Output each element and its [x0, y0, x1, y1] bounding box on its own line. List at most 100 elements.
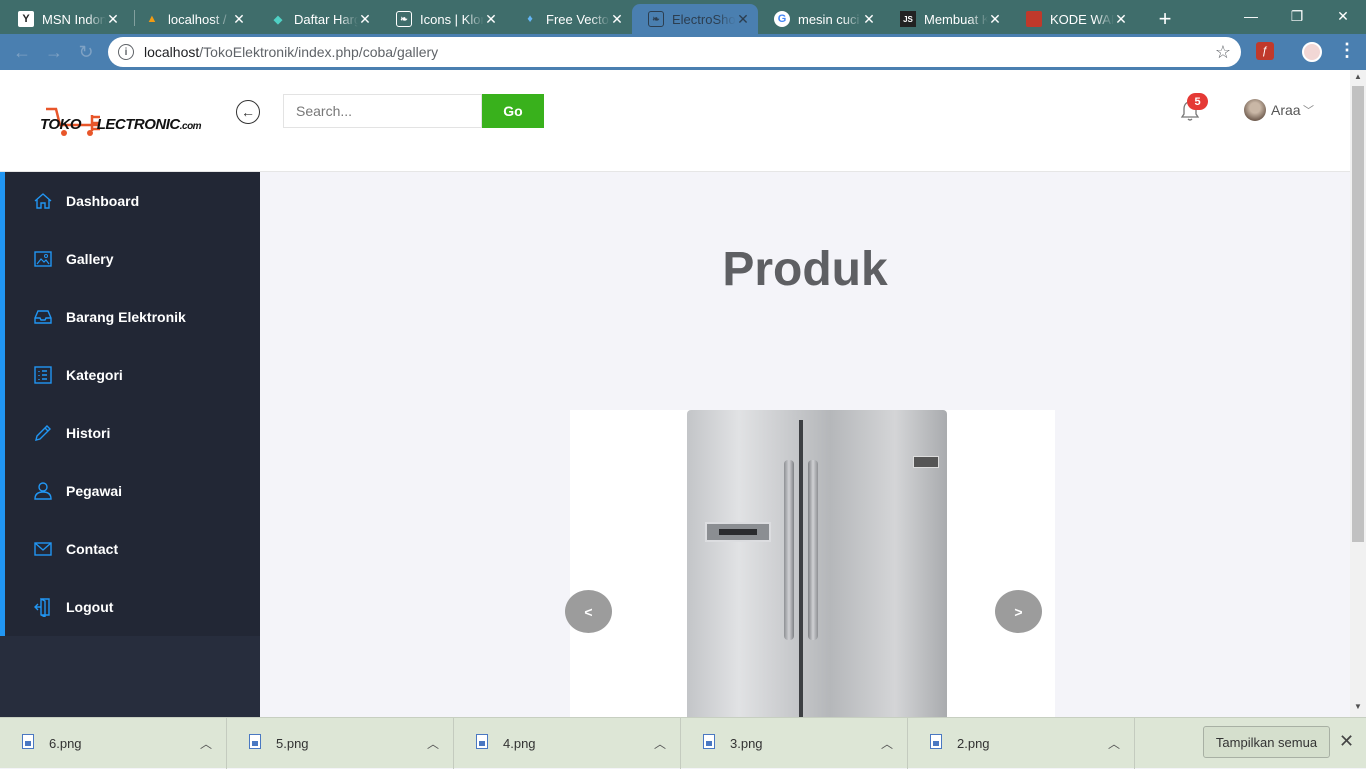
- close-tab-icon[interactable]: ✕: [484, 11, 498, 28]
- download-item[interactable]: 6.png ︿: [0, 718, 227, 769]
- download-filename: 4.png: [503, 736, 536, 751]
- sidebar-item-label: Histori: [66, 425, 111, 441]
- sidebar-item-contact[interactable]: Contact: [5, 520, 260, 578]
- chevron-up-icon[interactable]: ︿: [867, 735, 907, 752]
- new-tab-button[interactable]: +: [1155, 6, 1175, 32]
- carousel-next-button[interactable]: >: [995, 590, 1042, 633]
- chevron-up-icon[interactable]: ︿: [413, 735, 453, 752]
- download-item[interactable]: 2.png ︿: [908, 718, 1135, 769]
- download-item[interactable]: 4.png ︿: [454, 718, 681, 769]
- sidebar-item-label: Barang Elektronik: [66, 309, 186, 325]
- tab-electroshop[interactable]: ❧ ElectroShop ✕: [632, 4, 758, 34]
- forward-arrow-icon[interactable]: →: [42, 40, 66, 64]
- tab-msn[interactable]: Y MSN Indonesia ✕: [2, 4, 128, 34]
- info-icon[interactable]: i: [118, 44, 134, 60]
- inbox-icon: [34, 310, 52, 324]
- user-avatar[interactable]: [1244, 99, 1266, 121]
- search-input[interactable]: [283, 94, 482, 128]
- chevron-up-icon[interactable]: ︿: [1094, 735, 1134, 752]
- browser-tabstrip: Y MSN Indonesia ✕ ▲ localhost / 127.0.0.…: [0, 0, 1366, 34]
- tab-kode-warna[interactable]: KODE WARNA ✕: [1010, 4, 1136, 34]
- tab-free-vector[interactable]: ♦ Free Vector ✕: [506, 4, 632, 34]
- sidebar-item-gallery[interactable]: Gallery: [5, 230, 260, 288]
- close-tab-icon[interactable]: ✕: [1114, 11, 1128, 28]
- sidebar-item-barang-elektronik[interactable]: Barang Elektronik: [5, 288, 260, 346]
- exit-icon: [34, 597, 50, 617]
- flash-extension-icon[interactable]: ƒ: [1256, 42, 1274, 60]
- logo[interactable]: TOKO LECTRONIC.com: [40, 103, 202, 139]
- sidebar-toggle-arrow-icon[interactable]: ←: [236, 100, 260, 124]
- envelope-icon: [34, 542, 52, 556]
- back-arrow-icon[interactable]: ←: [10, 40, 34, 64]
- chevron-up-icon[interactable]: ︿: [186, 735, 226, 752]
- download-filename: 5.png: [276, 736, 309, 751]
- sidebar-item-label: Dashboard: [66, 193, 140, 209]
- close-tab-icon[interactable]: ✕: [232, 11, 246, 28]
- bookmark-star-icon[interactable]: ☆: [1215, 42, 1231, 63]
- url-path: /TokoElektronik/index.php/coba/gallery: [199, 44, 439, 60]
- tab-membuat-kode[interactable]: JS Membuat Kode ✕: [884, 4, 1010, 34]
- sidebar-item-label: Gallery: [66, 251, 114, 267]
- scroll-down-arrow-icon[interactable]: ▼: [1354, 702, 1362, 711]
- chevron-down-icon[interactable]: ﹀: [1303, 102, 1314, 118]
- restore-button[interactable]: ❐: [1274, 0, 1320, 32]
- sidebar-menu: Dashboard Gallery Barang Elektronik Kate…: [0, 172, 260, 636]
- product-carousel: [570, 410, 1055, 717]
- tab-daftar-harga[interactable]: ◆ Daftar Harga ✕: [254, 4, 380, 34]
- tab-title: KODE WARNA: [1050, 11, 1114, 27]
- close-icon[interactable]: ✕: [1339, 731, 1354, 752]
- sidebar-item-pegawai[interactable]: Pegawai: [5, 462, 260, 520]
- address-bar[interactable]: i localhost/TokoElektronik/index.php/cob…: [108, 37, 1241, 67]
- tab-title: Icons | Klorofil: [420, 11, 484, 27]
- image-file-icon: [249, 734, 261, 749]
- reload-icon[interactable]: ↻: [74, 40, 98, 64]
- tab-title: mesin cuci - Google: [798, 11, 862, 27]
- tab-google-search[interactable]: G mesin cuci - Google ✕: [758, 4, 884, 34]
- go-button[interactable]: Go: [482, 94, 544, 128]
- sidebar-item-histori[interactable]: Histori: [5, 404, 260, 462]
- profile-avatar[interactable]: [1302, 42, 1322, 62]
- minimize-button[interactable]: —: [1228, 0, 1274, 32]
- user-icon: [34, 482, 52, 500]
- close-tab-icon[interactable]: ✕: [610, 11, 624, 28]
- main-content: Produk < >: [260, 172, 1350, 717]
- chevron-up-icon[interactable]: ︿: [640, 735, 680, 752]
- sidebar-item-kategori[interactable]: Kategori: [5, 346, 260, 404]
- page-scrollbar[interactable]: ▲ ▼: [1350, 70, 1366, 717]
- tab-title: localhost / 127.0.0.1: [168, 11, 232, 27]
- browser-toolbar: ← → ↻ i localhost/TokoElektronik/index.p…: [0, 34, 1366, 70]
- close-tab-icon[interactable]: ✕: [736, 11, 750, 28]
- diamond-icon: ◆: [273, 13, 283, 26]
- leaf-icon: ❧: [648, 11, 664, 27]
- code-icon: JS: [900, 11, 916, 27]
- close-tab-icon[interactable]: ✕: [862, 11, 876, 28]
- book-icon: [1026, 11, 1042, 27]
- pencil-icon: [35, 425, 51, 441]
- user-name[interactable]: Araa: [1271, 102, 1301, 118]
- carousel-prev-button[interactable]: <: [565, 590, 612, 633]
- show-all-downloads-button[interactable]: Tampilkan semua: [1203, 726, 1330, 758]
- sidebar-item-logout[interactable]: Logout: [5, 578, 260, 636]
- sidebar-item-label: Contact: [66, 541, 119, 557]
- msn-icon: Y: [18, 11, 34, 27]
- download-filename: 6.png: [49, 736, 82, 751]
- image-file-icon: [703, 734, 715, 749]
- tab-title: Daftar Harga: [294, 11, 358, 27]
- browser-menu-icon[interactable]: ⋮: [1338, 40, 1356, 61]
- notification-badge: 5: [1187, 93, 1208, 110]
- tab-icons-klorofil[interactable]: ❧ Icons | Klorofil ✕: [380, 4, 506, 34]
- image-file-icon: [476, 734, 488, 749]
- download-item[interactable]: 3.png ︿: [681, 718, 908, 769]
- product-image-refrigerator: [687, 410, 947, 717]
- tab-phpmyadmin[interactable]: ▲ localhost / 127.0.0.1 ✕: [128, 4, 254, 34]
- scroll-thumb[interactable]: [1352, 86, 1364, 542]
- scroll-up-arrow-icon[interactable]: ▲: [1354, 72, 1362, 81]
- close-tab-icon[interactable]: ✕: [988, 11, 1002, 28]
- close-tab-icon[interactable]: ✕: [106, 11, 120, 28]
- tab-title: Membuat Kode: [924, 11, 988, 27]
- sidebar-item-dashboard[interactable]: Dashboard: [5, 172, 260, 230]
- close-tab-icon[interactable]: ✕: [358, 11, 372, 28]
- download-item[interactable]: 5.png ︿: [227, 718, 454, 769]
- download-shelf: 6.png ︿ 5.png ︿ 4.png ︿ 3.png ︿ 2.png ︿ …: [0, 717, 1366, 769]
- close-window-button[interactable]: ✕: [1320, 0, 1366, 32]
